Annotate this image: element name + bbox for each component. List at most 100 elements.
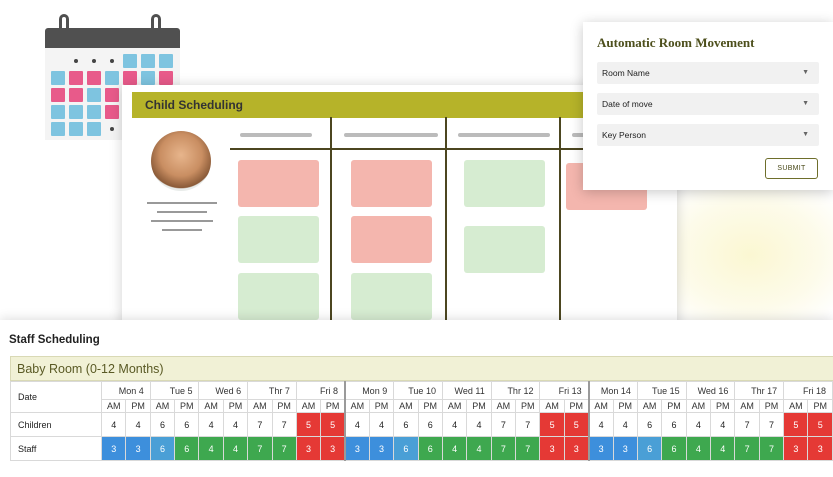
calendar-day-cell — [159, 54, 173, 68]
children-cell[interactable]: 5 — [539, 412, 565, 437]
schedule-card[interactable] — [238, 160, 319, 207]
am-label: AM — [198, 399, 224, 413]
staff-cell[interactable]: 7 — [247, 436, 273, 461]
schedule-card[interactable] — [238, 216, 319, 263]
staff-cell[interactable]: 4 — [441, 436, 468, 461]
children-cell[interactable]: 5 — [320, 412, 346, 437]
date-of-move-select[interactable]: Date of move ▼ — [597, 93, 819, 115]
staff-cell[interactable]: 3 — [539, 436, 565, 461]
children-cell[interactable]: 4 — [368, 412, 395, 437]
children-cell[interactable]: 5 — [295, 412, 322, 437]
children-cell[interactable]: 5 — [563, 412, 590, 437]
children-cell[interactable]: 7 — [734, 412, 760, 437]
calendar-day-cell — [105, 71, 119, 85]
staff-cell[interactable]: 4 — [466, 436, 492, 461]
staff-cell[interactable]: 7 — [734, 436, 760, 461]
chevron-down-icon: ▼ — [802, 131, 809, 138]
children-cell[interactable]: 7 — [758, 412, 785, 437]
children-cell[interactable]: 6 — [661, 412, 687, 437]
children-cell[interactable]: 7 — [515, 412, 541, 437]
children-cell[interactable]: 4 — [441, 412, 468, 437]
submit-button[interactable]: SUBMIT — [765, 158, 818, 179]
schedule-card[interactable] — [464, 160, 545, 207]
pm-label: PM — [125, 399, 151, 413]
day-header: Wed 16 — [685, 381, 736, 400]
children-cell[interactable]: 4 — [710, 412, 736, 437]
schedule-card[interactable] — [238, 273, 319, 320]
staff-cell[interactable]: 7 — [758, 436, 785, 461]
staff-cell[interactable]: 3 — [125, 436, 151, 461]
day-header: Mon 9 — [344, 381, 395, 400]
children-cell[interactable]: 4 — [685, 412, 712, 437]
room-name-select[interactable]: Room Name ▼ — [597, 62, 819, 84]
staff-cell[interactable]: 3 — [587, 436, 614, 461]
am-label: AM — [295, 399, 322, 413]
staff-cell[interactable]: 6 — [149, 436, 176, 461]
staff-cell[interactable]: 3 — [320, 436, 346, 461]
staff-cell[interactable]: 3 — [612, 436, 638, 461]
schedule-card[interactable] — [351, 160, 432, 207]
day-header: Wed 11 — [441, 381, 492, 400]
staff-cell[interactable]: 7 — [271, 436, 297, 461]
calendar-day-cell — [69, 71, 83, 85]
staff-cell[interactable]: 6 — [417, 436, 443, 461]
children-cell[interactable]: 6 — [149, 412, 176, 437]
staff-cell[interactable]: 4 — [710, 436, 736, 461]
children-cell[interactable]: 7 — [271, 412, 297, 437]
chevron-down-icon: ▼ — [802, 100, 809, 107]
calendar-day-cell — [51, 54, 65, 68]
staff-cell[interactable]: 4 — [685, 436, 712, 461]
children-cell[interactable]: 7 — [490, 412, 517, 437]
children-cell[interactable]: 4 — [466, 412, 492, 437]
calendar-top — [45, 28, 180, 48]
children-cell[interactable]: 4 — [125, 412, 151, 437]
calendar-day-cell — [87, 105, 101, 119]
child-scheduling-title: Child Scheduling — [132, 92, 602, 118]
am-label: AM — [734, 399, 760, 413]
staff-cell[interactable]: 3 — [783, 436, 809, 461]
staff-cell[interactable]: 6 — [636, 436, 663, 461]
staff-cell[interactable]: 7 — [515, 436, 541, 461]
children-cell[interactable]: 6 — [417, 412, 443, 437]
day-header: Mon 4 — [101, 381, 151, 400]
children-cell[interactable]: 6 — [636, 412, 663, 437]
avatar-text-line — [151, 220, 213, 222]
staff-cell[interactable]: 3 — [807, 436, 833, 461]
children-cell[interactable]: 6 — [393, 412, 419, 437]
day-header: Fri 13 — [539, 381, 590, 400]
staff-cell[interactable]: 6 — [174, 436, 200, 461]
children-cell[interactable]: 7 — [247, 412, 273, 437]
staff-cell[interactable]: 3 — [101, 436, 127, 461]
children-cell[interactable]: 5 — [783, 412, 809, 437]
children-cell[interactable]: 4 — [343, 412, 370, 437]
staff-cell[interactable]: 3 — [368, 436, 395, 461]
children-cell[interactable]: 6 — [174, 412, 200, 437]
key-person-select[interactable]: Key Person ▼ — [597, 124, 819, 146]
schedule-card[interactable] — [351, 216, 432, 263]
schedule-card[interactable] — [351, 273, 432, 320]
staff-cell[interactable]: 4 — [198, 436, 224, 461]
children-cell[interactable]: 4 — [587, 412, 614, 437]
children-cell[interactable]: 5 — [807, 412, 833, 437]
staff-cell[interactable]: 3 — [563, 436, 590, 461]
staff-cell[interactable]: 3 — [295, 436, 322, 461]
day-header: Wed 6 — [198, 381, 249, 400]
children-cell[interactable]: 4 — [198, 412, 224, 437]
children-cell[interactable]: 4 — [612, 412, 638, 437]
staff-cell[interactable]: 4 — [222, 436, 249, 461]
am-label: AM — [343, 399, 370, 413]
staff-cell[interactable]: 6 — [661, 436, 687, 461]
room-name-bar: Baby Room (0-12 Months) — [10, 356, 833, 381]
pm-label: PM — [466, 399, 492, 413]
staff-cell[interactable]: 6 — [393, 436, 419, 461]
board-column-divider — [330, 117, 332, 330]
children-cell[interactable]: 4 — [101, 412, 127, 437]
staff-cell[interactable]: 3 — [343, 436, 370, 461]
table-row-staff: Staff 3 3 6 6 4 4 7 7 3 3 3 3 6 6 4 4 7 7 3 3 3 3 6 6 4 4 7 7 3 3 — [9, 436, 833, 461]
calendar-dot — [92, 59, 96, 63]
children-cell[interactable]: 4 — [222, 412, 249, 437]
staff-cell[interactable]: 7 — [490, 436, 517, 461]
calendar-day-cell — [69, 105, 83, 119]
schedule-card[interactable] — [464, 226, 545, 273]
calendar-dot — [110, 59, 114, 63]
